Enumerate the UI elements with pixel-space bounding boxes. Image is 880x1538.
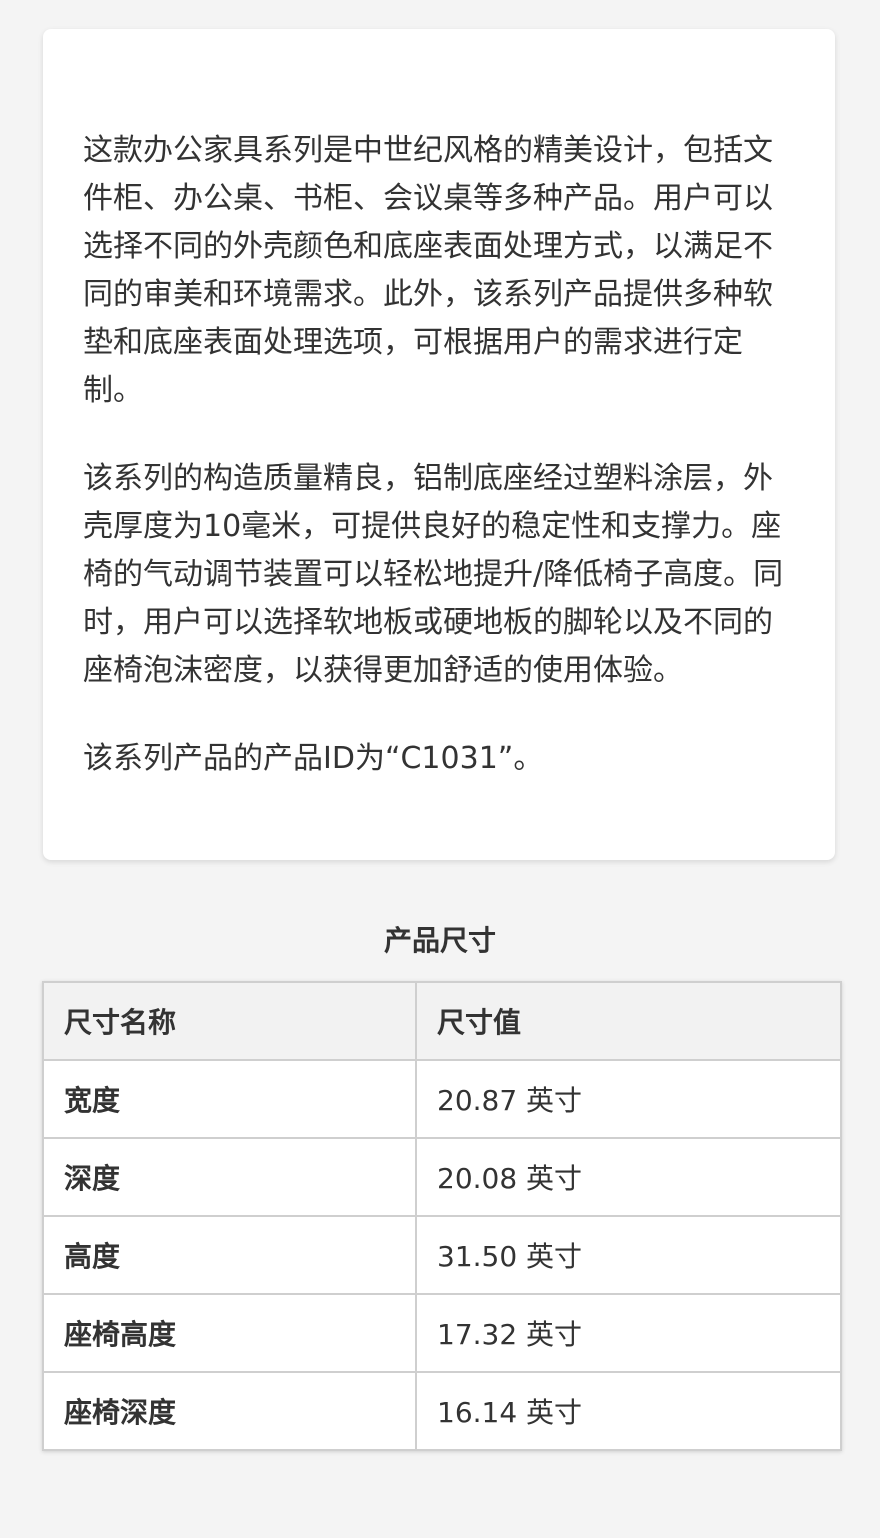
description-paragraph: 这款办公家具系列是中世纪风格的精美设计，包括文件柜、办公桌、书柜、会议桌等多种产… xyxy=(83,133,773,408)
dimensions-title: 产品尺寸 xyxy=(383,924,496,957)
description-paragraph: 该系列的构造质量精良，铝制底座经过塑料涂层，外壳厚度为10毫米，可提供良好的稳定… xyxy=(83,461,784,688)
table-row: 高度 31.50 英寸 xyxy=(42,1215,842,1295)
dimension-name-cell: 深度 xyxy=(42,1137,417,1217)
dimension-value-cell: 16.14 英寸 xyxy=(415,1371,842,1451)
dimension-name-cell: 宽度 xyxy=(42,1059,417,1139)
table-row: 深度 20.08 英寸 xyxy=(42,1137,842,1217)
column-header-dimension-name: 尺寸名称 xyxy=(42,981,417,1061)
dimension-value-cell: 20.87 英寸 xyxy=(415,1059,842,1139)
description-paragraph: 该系列产品的产品ID为“C1031”。 xyxy=(83,741,544,776)
table-row: 宽度 20.87 英寸 xyxy=(42,1059,842,1139)
dimension-name-cell: 高度 xyxy=(42,1215,417,1295)
dimension-name-cell: 座椅高度 xyxy=(42,1293,417,1373)
table-header-row: 尺寸名称 尺寸值 xyxy=(42,981,842,1061)
dimension-value-cell: 20.08 英寸 xyxy=(415,1137,842,1217)
table-row: 座椅高度 17.32 英寸 xyxy=(42,1293,842,1373)
dimensions-table: 尺寸名称 尺寸值 宽度 20.87 英寸 深度 20.08 英寸 高度 31.5… xyxy=(42,981,842,1451)
column-header-dimension-value: 尺寸值 xyxy=(415,981,842,1061)
product-description-card: 这款办公家具系列是中世纪风格的精美设计，包括文件柜、办公桌、书柜、会议桌等多种产… xyxy=(43,29,835,860)
dimension-value-cell: 31.50 英寸 xyxy=(415,1215,842,1295)
table-row: 座椅深度 16.14 英寸 xyxy=(42,1371,842,1451)
dimension-name-cell: 座椅深度 xyxy=(42,1371,417,1451)
dimension-value-cell: 17.32 英寸 xyxy=(415,1293,842,1373)
